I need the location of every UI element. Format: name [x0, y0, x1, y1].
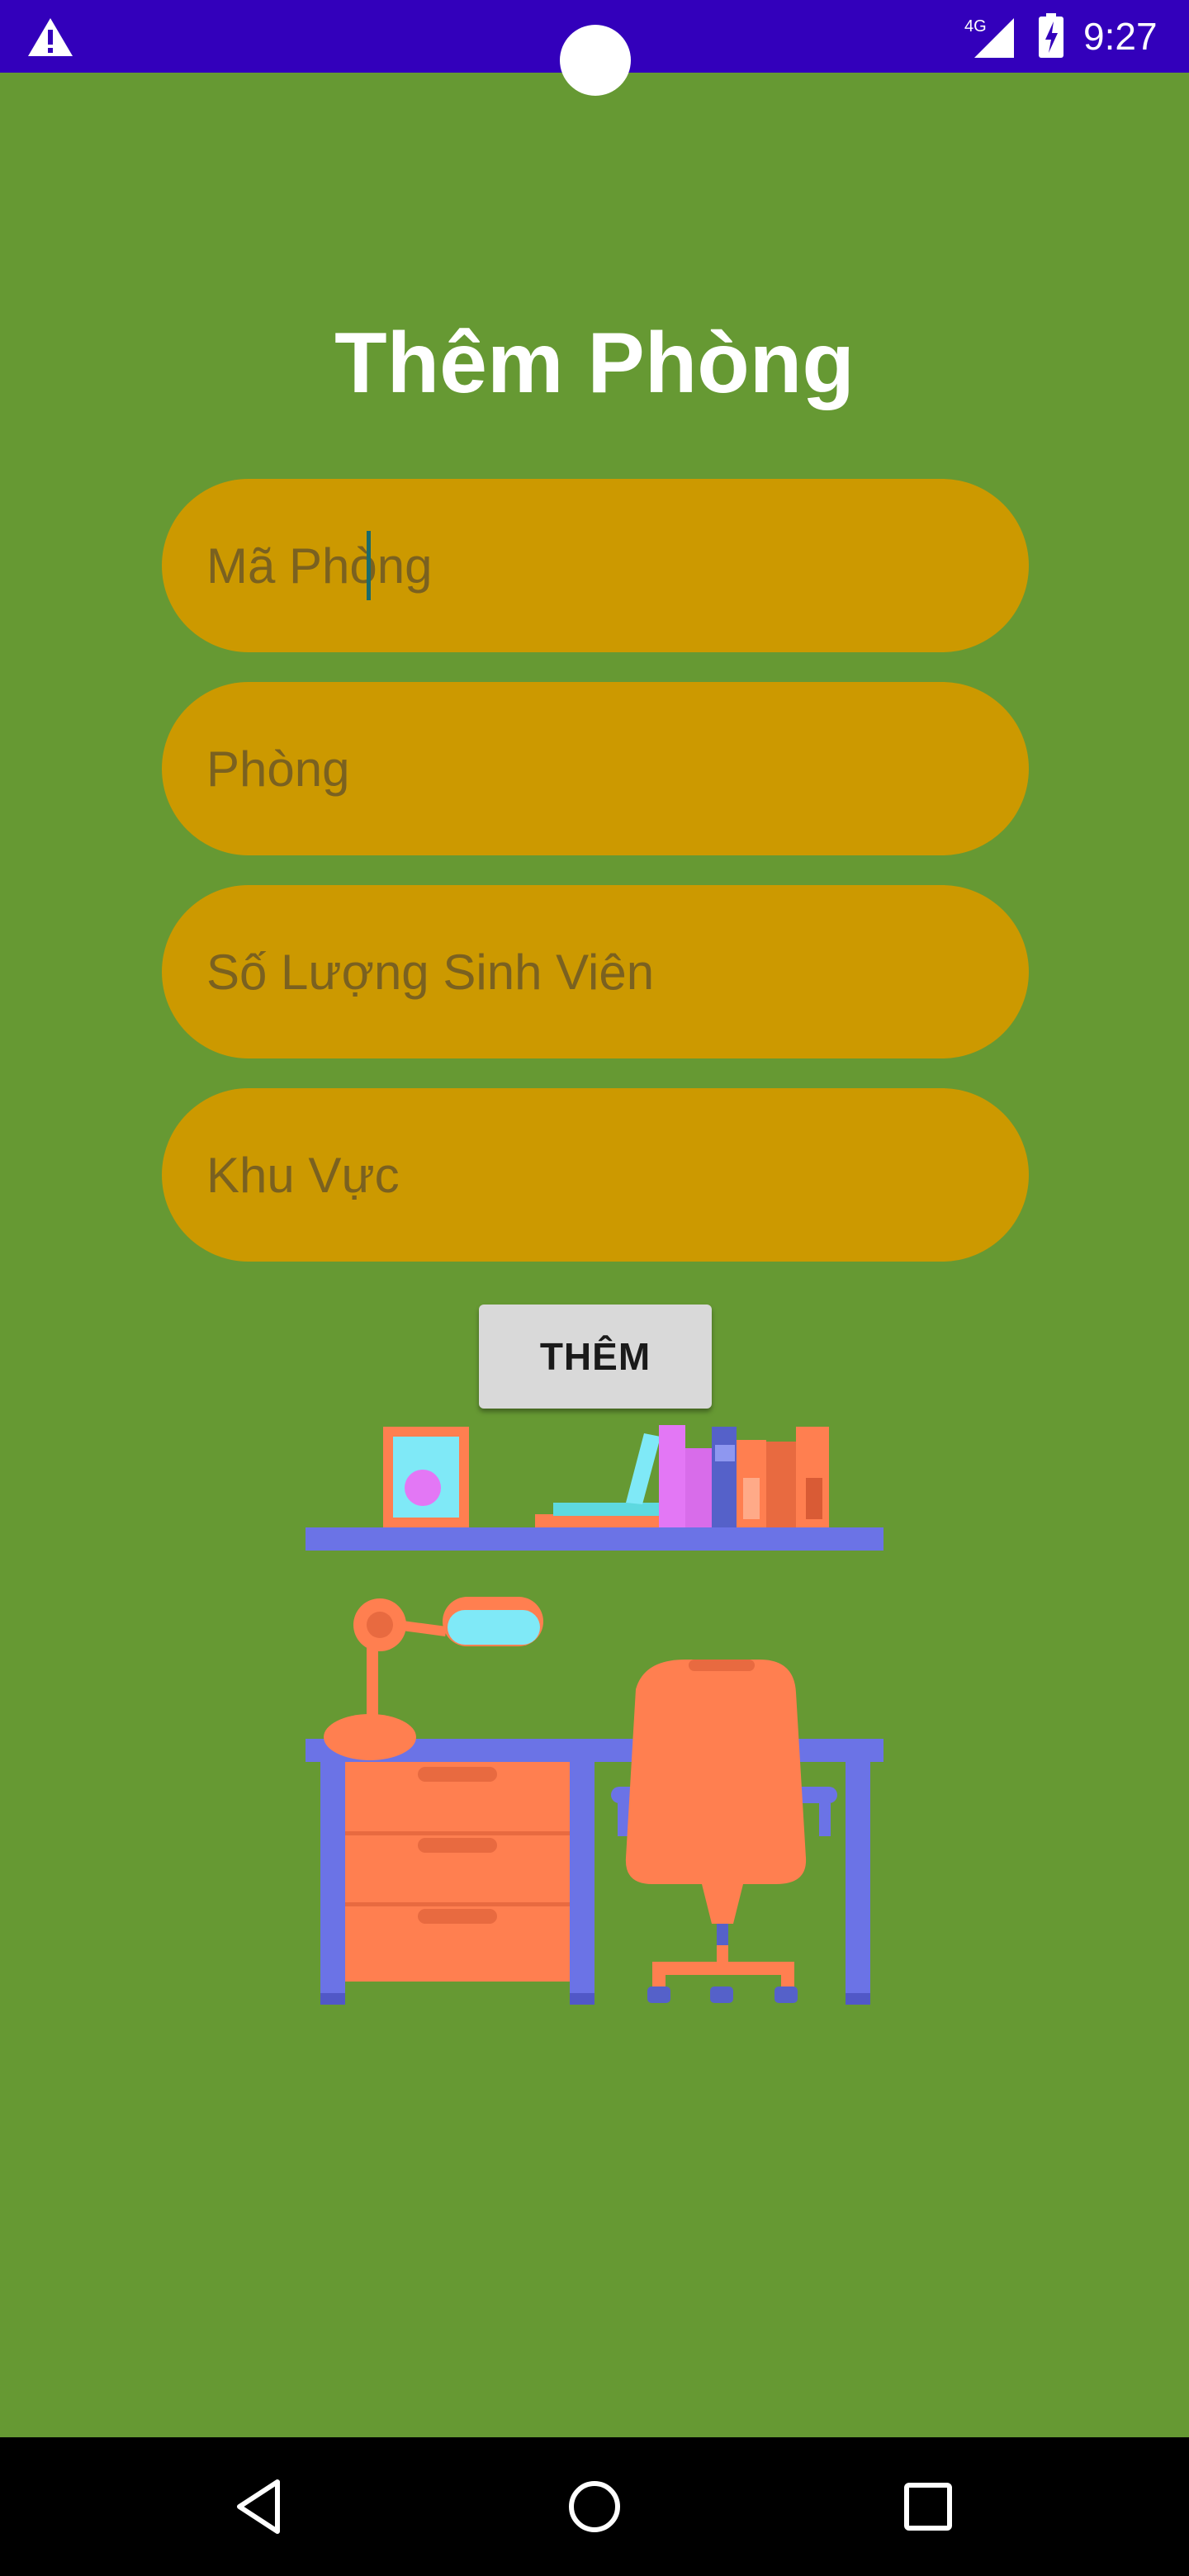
- add-button[interactable]: THÊM: [479, 1305, 712, 1409]
- home-icon[interactable]: [561, 2474, 628, 2540]
- student-count-placeholder: Số Lượng Sinh Viên: [206, 944, 655, 1000]
- recents-icon[interactable]: [895, 2474, 961, 2540]
- battery-charging-icon: [1039, 13, 1063, 58]
- desk-illustration: [306, 1425, 883, 2005]
- back-icon[interactable]: [228, 2474, 294, 2540]
- room-placeholder: Phòng: [206, 741, 350, 797]
- area-placeholder: Khu Vực: [206, 1147, 400, 1203]
- room-code-input[interactable]: Mã Phòng: [162, 479, 1029, 652]
- book: [659, 1425, 685, 1527]
- drawer-cabinet: [345, 1762, 570, 1982]
- student-count-input[interactable]: Số Lượng Sinh Viên: [162, 885, 1029, 1058]
- shelf: [306, 1527, 883, 1551]
- laptop: [535, 1514, 659, 1527]
- network-label: 4G: [964, 17, 987, 36]
- room-input[interactable]: Phòng: [162, 682, 1029, 855]
- clock: 9:27: [1083, 15, 1158, 58]
- area-input[interactable]: Khu Vực: [162, 1088, 1029, 1262]
- page-title: Thêm Phòng: [334, 315, 855, 411]
- chair-back: [625, 1660, 807, 1884]
- camera-cutout: [560, 25, 631, 96]
- text-cursor: [367, 531, 371, 600]
- room-code-placeholder: Mã Phòng: [206, 537, 433, 594]
- signal-4g-icon: 4G: [964, 17, 1014, 58]
- navigation-bar: [0, 2437, 1189, 2576]
- status-bar: 4G 9:27: [0, 0, 1189, 96]
- warning-icon: [28, 18, 73, 56]
